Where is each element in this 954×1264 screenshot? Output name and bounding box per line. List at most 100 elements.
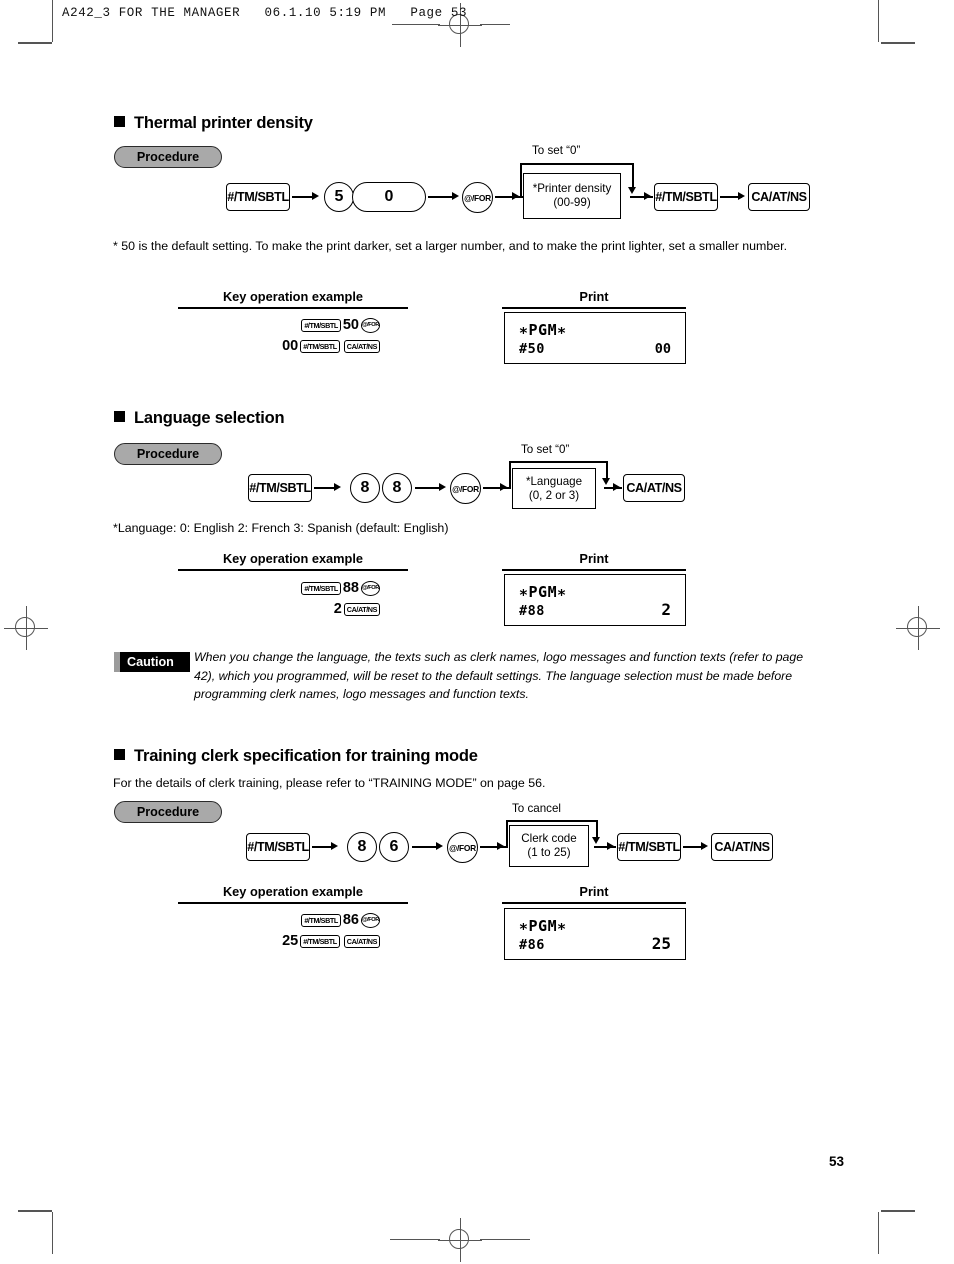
flow-arrow-3d — [607, 842, 614, 850]
key-operation-value2-3: 25 — [282, 933, 299, 949]
column-rule-key-operation-3 — [178, 902, 408, 904]
column-header-key-operation-1: Key operation example — [222, 289, 364, 304]
column-header-print-1: Print — [579, 289, 609, 304]
minikey-ca-at-ns: CA/AT/NS — [343, 339, 380, 353]
column-rule-key-operation-1 — [178, 307, 408, 309]
flow-box-line1-2: *Language — [525, 474, 583, 488]
flow-box-line2-2: (0, 2 or 3) — [528, 488, 580, 502]
flow-key-tm-sbtl-start-1: #/TM/SBTL — [226, 183, 290, 211]
column-rule-print-3 — [502, 902, 686, 904]
key-operation-line1-1: #/TM/SBTL 50 @/FOR — [188, 317, 382, 333]
flow-key-digit-8b: 8 — [382, 473, 412, 503]
flow-key-ca-at-ns-3: CA/AT/NS — [711, 833, 773, 861]
minikey-tm-sbtl: #/TM/SBTL — [301, 318, 341, 332]
flow-key-digit-8c: 8 — [347, 832, 377, 862]
flow-branch-h-1 — [520, 163, 634, 165]
procedure-pill-1: Procedure — [114, 146, 222, 168]
flow-key-ca-at-ns-2: CA/AT/NS — [623, 474, 685, 502]
column-rule-key-operation-2 — [178, 569, 408, 571]
flow-arrow-2c — [500, 483, 507, 491]
flow-arrow-1e — [738, 192, 745, 200]
flow-box-line2: (00-99) — [553, 196, 591, 209]
key-operation-line2-2: 2 CA/AT/NS — [188, 601, 382, 617]
minikey-at-for-3: @/FOR — [361, 912, 380, 928]
receipt-value-3: 25 — [651, 934, 671, 953]
minikey-tm-sbtl-4: #/TM/SBTL — [301, 913, 341, 927]
receipt-title-2: ∗PGM∗ — [519, 583, 567, 601]
minikey-at-for: @/FOR — [361, 317, 380, 333]
flow-branch-v-left-1 — [520, 163, 522, 196]
key-operation-line1-2: #/TM/SBTL 88 @/FOR — [188, 580, 382, 596]
column-header-key-operation-3: Key operation example — [222, 884, 364, 899]
note-thermal-printer-density: * 50 is the default setting. To make the… — [113, 239, 788, 253]
flow-box-printer-density: *Printer density (00-99) — [523, 173, 621, 219]
minikey-tm-sbtl-2: #/TM/SBTL — [300, 339, 340, 353]
flow-arrow-1b — [452, 192, 459, 200]
flow-arrow-2d — [613, 483, 620, 491]
key-operation-value2-1: 00 — [282, 338, 299, 354]
flow-arrow-1c — [512, 192, 519, 200]
flow-arrow-3a — [331, 842, 338, 850]
flow-line-2b — [415, 487, 441, 489]
minikey-ca-at-ns-2: CA/AT/NS — [343, 602, 380, 616]
caution-label: Caution — [127, 655, 174, 669]
flow-arrow-3c — [497, 842, 504, 850]
flow-arrow-2b — [439, 483, 446, 491]
square-bullet-icon-3 — [114, 749, 125, 760]
flow-key-tm-sbtl-end-1: #/TM/SBTL — [654, 183, 718, 211]
procedure-pill-2: Procedure — [114, 443, 222, 465]
flow-branch-label-1: To set “0” — [532, 144, 581, 157]
print-receipt-1: ∗PGM∗ #50 00 — [504, 312, 686, 364]
section-title-thermal-printer-density: Thermal printer density — [114, 114, 313, 133]
flow-branch-v-left-2 — [509, 461, 511, 487]
flow-box-line1-3: Clerk code — [521, 832, 577, 845]
flow-key-tm-sbtl-start-3: #/TM/SBTL — [246, 833, 310, 861]
flow-line-1b — [428, 196, 454, 198]
flow-key-tm-sbtl-end-3: #/TM/SBTL — [617, 833, 681, 861]
flow-key-digit-5: 5 — [324, 182, 354, 212]
flow-branch-arrow-2 — [602, 478, 610, 485]
flow-line-3b — [412, 846, 438, 848]
procedure-pill-3: Procedure — [114, 801, 222, 823]
receipt-title-1: ∗PGM∗ — [519, 321, 567, 339]
flow-arrow-3b — [436, 842, 443, 850]
key-operation-line1-3: #/TM/SBTL 86 @/FOR — [188, 912, 382, 928]
flow-key-digit-0: 0 — [352, 182, 426, 212]
receipt-code-3: #86 — [519, 937, 545, 953]
flow-branch-v-left-3 — [506, 820, 508, 846]
flow-key-at-for-1: @/FOR — [462, 182, 493, 213]
minikey-at-for-2: @/FOR — [361, 580, 380, 596]
key-operation-value2-2: 2 — [333, 601, 342, 617]
receipt-value-1: 00 — [654, 341, 671, 357]
section-title-language-selection: Language selection — [114, 409, 285, 428]
print-receipt-2: ∗PGM∗ #88 2 — [504, 574, 686, 626]
column-rule-print-1 — [502, 307, 686, 309]
page-content: Thermal printer density Procedure #/TM/S… — [0, 0, 954, 1264]
column-header-key-operation-2: Key operation example — [222, 551, 364, 566]
column-rule-print-2 — [502, 569, 686, 571]
key-operation-value1-1: 50 — [342, 317, 359, 333]
flow-branch-v-right-1 — [632, 163, 634, 189]
flow-key-tm-sbtl-start-2: #/TM/SBTL — [248, 474, 312, 502]
section-title-training-clerk: Training clerk specification for trainin… — [114, 747, 478, 766]
caution-text: When you change the language, the texts … — [194, 650, 804, 702]
flow-arrow-2a — [334, 483, 341, 491]
receipt-value-2: 2 — [661, 600, 671, 619]
column-header-print-2: Print — [579, 551, 609, 566]
flow-key-ca-at-ns-1: CA/AT/NS — [748, 183, 810, 211]
flow-line-2a — [314, 487, 336, 489]
key-operation-line2-1: 00 #/TM/SBTL CA/AT/NS — [188, 338, 382, 354]
page-number: 53 — [829, 1154, 845, 1169]
flow-arrow-1d — [644, 192, 651, 200]
flow-arrow-3e — [701, 842, 708, 850]
square-bullet-icon-2 — [114, 411, 125, 422]
flow-branch-label-3: To cancel — [512, 802, 561, 815]
flow-line-1a — [292, 196, 314, 198]
flow-branch-label-2: To set “0” — [521, 443, 570, 456]
print-receipt-3: ∗PGM∗ #86 25 — [504, 908, 686, 960]
flow-box-line1: *Printer density — [532, 182, 612, 195]
note-language-selection: *Language: 0: English 2: French 3: Spani… — [113, 521, 449, 535]
receipt-code-2: #88 — [519, 603, 545, 619]
flow-branch-h-2 — [509, 461, 608, 463]
caution-badge: Caution — [114, 652, 190, 672]
